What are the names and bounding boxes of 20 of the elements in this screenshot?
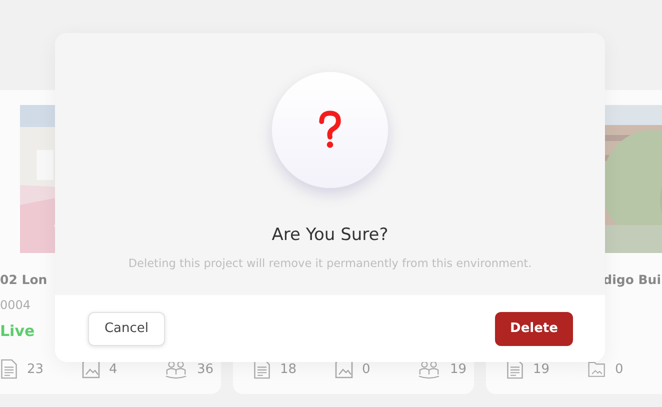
team-icon [417,359,441,379]
stat-count: 0 [362,362,370,376]
stat-count: 23 [27,362,44,376]
status-label: Live [0,322,35,340]
dialog-title: Are You Sure? [272,225,388,245]
stat-count: 36 [197,362,214,376]
stat-count: 19 [533,362,550,376]
delete-button[interactable]: Delete [495,312,573,346]
project-code: 0004 [0,298,31,312]
stat-count: 0 [615,362,624,376]
team-icon [164,359,188,379]
project-title: digo Bui [603,272,661,289]
stat-count: 4 [109,362,118,376]
project-title: 02 Lon [0,272,48,289]
folder-icon [588,359,606,379]
cancel-button[interactable]: Cancel [88,312,165,346]
dialog-message: Deleting this project will remove it permanently from this environment. [128,257,532,270]
stat-count: 19 [450,362,467,376]
stat-count: 18 [280,362,297,376]
document-icon [0,359,18,379]
